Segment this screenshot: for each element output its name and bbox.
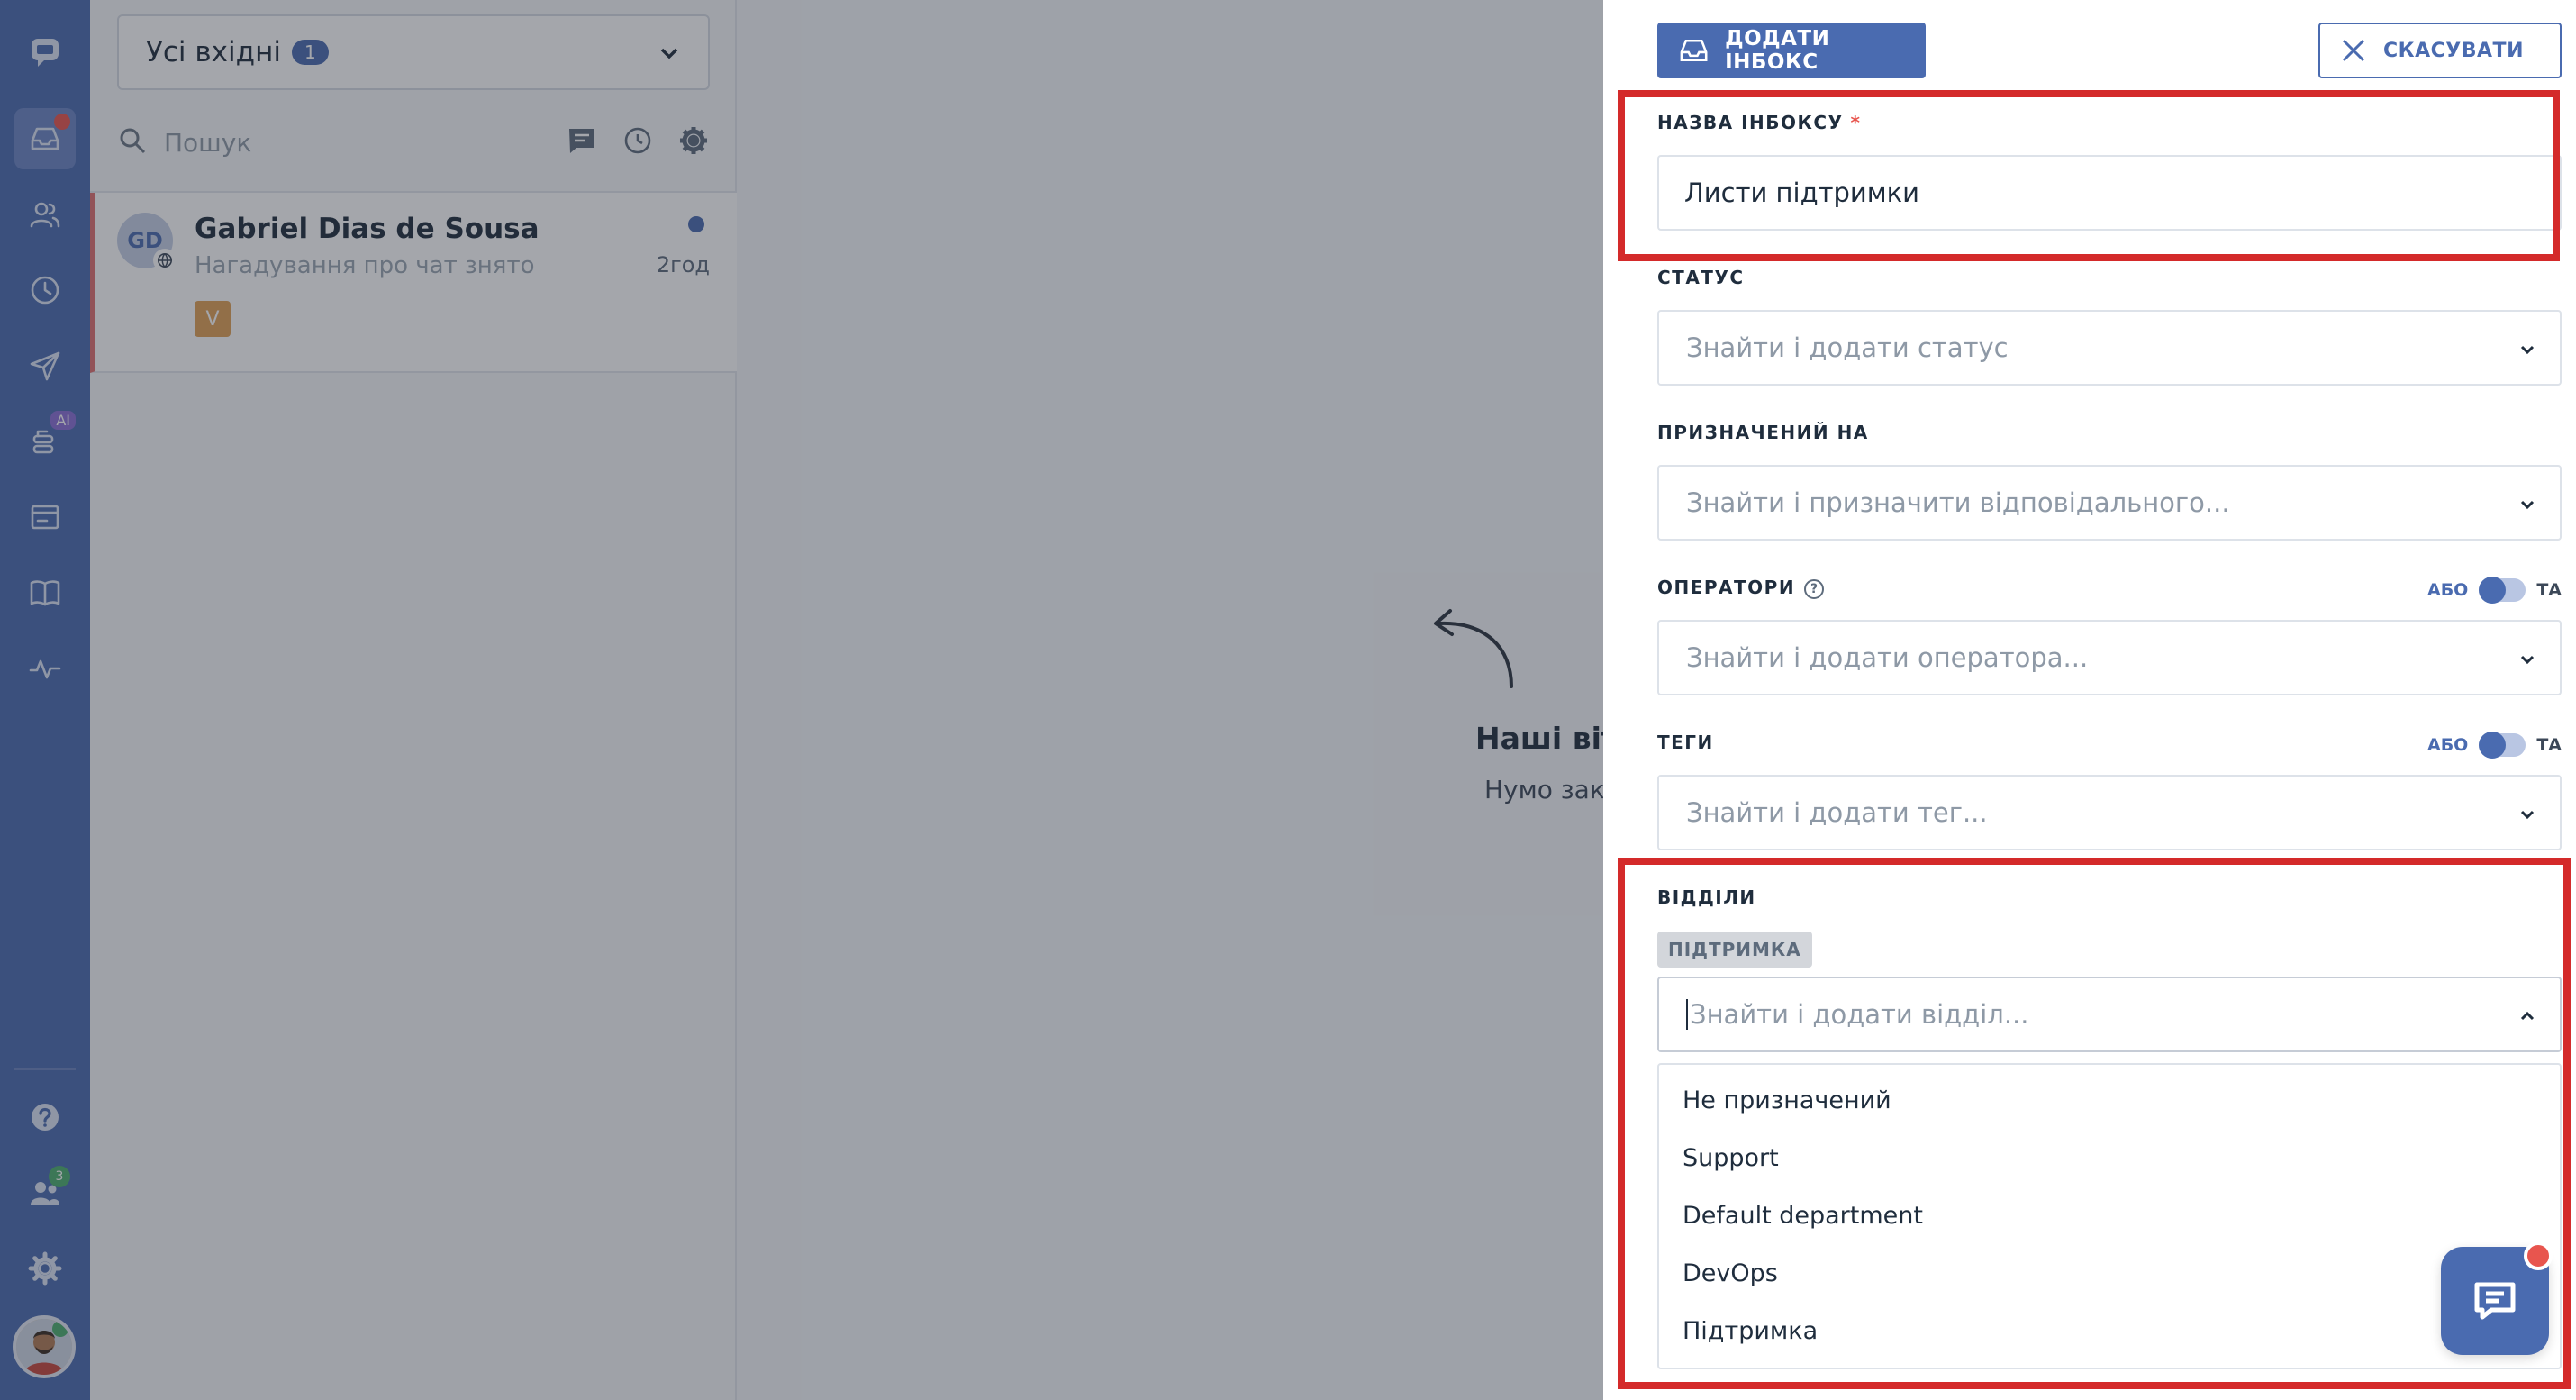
toggle-and-label: ТА xyxy=(2536,735,2562,755)
help-circle-icon[interactable]: ? xyxy=(1804,578,1825,599)
operators-select[interactable]: Знайти і додати оператора... xyxy=(1657,620,2562,695)
operators-label: ОПЕРАТОРИ? xyxy=(1657,577,1825,599)
chat-widget-launcher[interactable] xyxy=(2441,1241,2553,1355)
chat-bubble-icon xyxy=(2474,1282,2516,1320)
assignee-placeholder: Знайти і призначити відповідального... xyxy=(1686,487,2230,518)
status-select[interactable]: Знайти і додати статус xyxy=(1657,310,2562,386)
add-inbox-label: ДОДАТИ ІНБОКС xyxy=(1725,27,1830,74)
add-inbox-button[interactable]: ДОДАТИ ІНБОКС xyxy=(1657,23,1926,78)
toggle-knob xyxy=(2479,732,2507,759)
cancel-button[interactable]: СКАСУВАТИ xyxy=(2318,23,2562,78)
chat-notification-dot xyxy=(2524,1241,2553,1270)
tags-logic-toggle[interactable]: АБО ТА xyxy=(2426,732,2562,759)
modal-overlay[interactable] xyxy=(0,0,1603,1400)
assignee-select[interactable]: Знайти і призначити відповідального... xyxy=(1657,465,2562,541)
highlight-box-inbox-name xyxy=(1618,90,2560,261)
toggle-or-label: АБО xyxy=(2426,580,2469,600)
status-label: СТАТУС xyxy=(1657,267,1745,288)
inbox-icon xyxy=(1680,39,1708,62)
tags-label: ТЕГИ xyxy=(1657,732,1714,753)
toggle-and-label: ТА xyxy=(2536,580,2562,600)
chevron-down-icon xyxy=(2517,494,2538,515)
cancel-label: СКАСУВАТИ xyxy=(2383,39,2524,62)
operators-label-text: ОПЕРАТОРИ xyxy=(1657,577,1796,598)
tags-select[interactable]: Знайти і додати тег... xyxy=(1657,775,2562,850)
operators-toggle-switch[interactable] xyxy=(2479,577,2526,604)
operators-logic-toggle[interactable]: АБО ТА xyxy=(2426,577,2562,604)
tags-placeholder: Знайти і додати тег... xyxy=(1686,797,1988,828)
chevron-down-icon xyxy=(2517,339,2538,360)
assignee-label: ПРИЗНАЧЕНИЙ НА xyxy=(1657,422,1869,443)
close-icon xyxy=(2342,39,2365,62)
status-placeholder: Знайти і додати статус xyxy=(1686,332,2009,363)
operators-placeholder: Знайти і додати оператора... xyxy=(1686,642,2089,673)
toggle-or-label: АБО xyxy=(2426,735,2469,755)
toggle-knob xyxy=(2479,577,2507,604)
chevron-down-icon xyxy=(2517,649,2538,670)
tags-toggle-switch[interactable] xyxy=(2479,732,2526,759)
highlight-box-departments xyxy=(1618,858,2571,1389)
chevron-down-icon xyxy=(2517,804,2538,825)
